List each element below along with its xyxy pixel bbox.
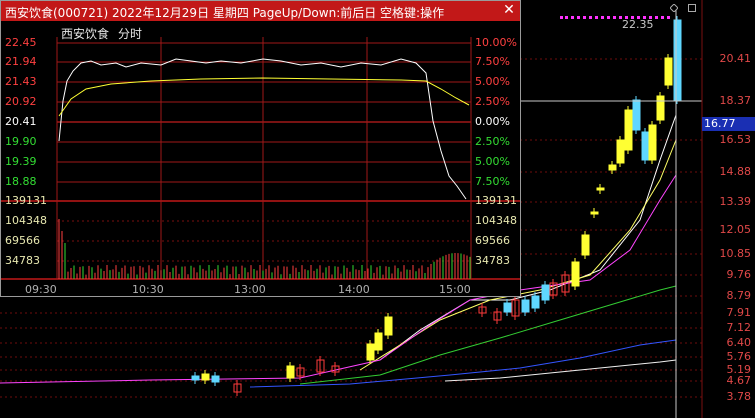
volume-label: 69566 (5, 234, 40, 247)
volume-label: 34783 (5, 254, 40, 267)
candlestick[interactable] (366, 343, 375, 361)
candlestick[interactable] (581, 234, 590, 256)
candlestick[interactable] (503, 302, 512, 313)
price-axis-label: 5.76 (726, 350, 752, 363)
percent-label: 2.50% (475, 95, 510, 108)
candlestick[interactable] (531, 295, 540, 309)
price-label: 21.43 (5, 75, 37, 88)
percent-label: 2.50% (475, 135, 510, 148)
candlestick[interactable] (641, 131, 650, 161)
price-label: 18.88 (5, 175, 37, 188)
volume-label: 104348 (475, 214, 517, 227)
candlestick[interactable] (616, 139, 625, 164)
price-axis-label: 20.41 (719, 52, 752, 65)
price-axis-label: 9.76 (726, 268, 752, 281)
time-axis-label: 10:30 (132, 283, 164, 296)
percent-label: 7.50% (475, 175, 510, 188)
price-axis-label: 12.05 (719, 223, 752, 236)
price-axis-label: 3.78 (726, 390, 752, 403)
price-axis-label: 18.37 (719, 94, 752, 107)
dotted-marker (560, 16, 670, 22)
square-icon[interactable] (688, 4, 696, 12)
time-axis-label: 13:00 (234, 283, 266, 296)
volume-label: 69566 (475, 234, 510, 247)
candlestick[interactable] (374, 332, 383, 351)
time-axis-label: 09:30 (25, 283, 57, 296)
current-price-badge: 16.77 (702, 117, 755, 131)
price-axis-label: 16.53 (719, 133, 752, 146)
price-label: 22.45 (5, 36, 37, 49)
diamond-icon[interactable] (670, 4, 678, 12)
candlestick[interactable] (624, 109, 633, 151)
price-label: 19.39 (5, 155, 37, 168)
candlestick[interactable] (541, 284, 550, 301)
intraday-average-line (58, 77, 470, 117)
candlestick[interactable] (664, 57, 673, 86)
candlestick[interactable] (571, 261, 580, 287)
price-axis-label: 7.12 (726, 321, 752, 334)
volume-label: 34783 (475, 254, 510, 267)
percent-label: 0.00% (475, 115, 510, 128)
price-label: 19.90 (5, 135, 37, 148)
candlestick[interactable] (596, 187, 605, 191)
candlestick[interactable] (673, 19, 682, 101)
price-axis-label: 13.39 (719, 195, 752, 208)
candlestick[interactable] (656, 95, 665, 121)
time-axis-label: 14:00 (338, 283, 370, 296)
price-label: 20.41 (5, 115, 37, 128)
time-axis-label: 15:00 (439, 283, 471, 296)
price-axis-label: 6.40 (726, 336, 752, 349)
price-axis-label: 7.91 (726, 306, 752, 319)
price-axis-label: 8.79 (726, 289, 752, 302)
price-label: 21.94 (5, 55, 37, 68)
candlestick[interactable] (384, 316, 393, 336)
candlestick[interactable] (286, 365, 295, 379)
candlestick[interactable] (521, 299, 530, 313)
peak-price-label: 22.35 (622, 18, 654, 31)
candlestick[interactable] (632, 99, 641, 131)
volume-label: 139131 (475, 194, 517, 207)
volume-label: 104348 (5, 214, 47, 227)
candlestick[interactable] (191, 375, 200, 381)
price-axis-label: 14.88 (719, 165, 752, 178)
volume-label: 139131 (5, 194, 47, 207)
percent-label: 7.50% (475, 55, 510, 68)
candlestick[interactable] (211, 375, 220, 383)
price-label: 20.92 (5, 95, 37, 108)
percent-label: 10.00% (475, 36, 517, 49)
candlestick[interactable] (201, 373, 210, 381)
price-axis-label: 4.67 (726, 374, 752, 387)
candlestick[interactable] (590, 211, 599, 215)
intraday-chart[interactable] (1, 1, 520, 296)
candlestick[interactable] (648, 124, 657, 161)
price-axis-label: 10.85 (719, 247, 752, 260)
intraday-popup-window[interactable]: 西安饮食(000721) 2022年12月29日 星期四 PageUp/Down… (0, 0, 521, 297)
percent-label: 5.00% (475, 155, 510, 168)
candlestick[interactable] (608, 164, 617, 171)
percent-label: 5.00% (475, 75, 510, 88)
